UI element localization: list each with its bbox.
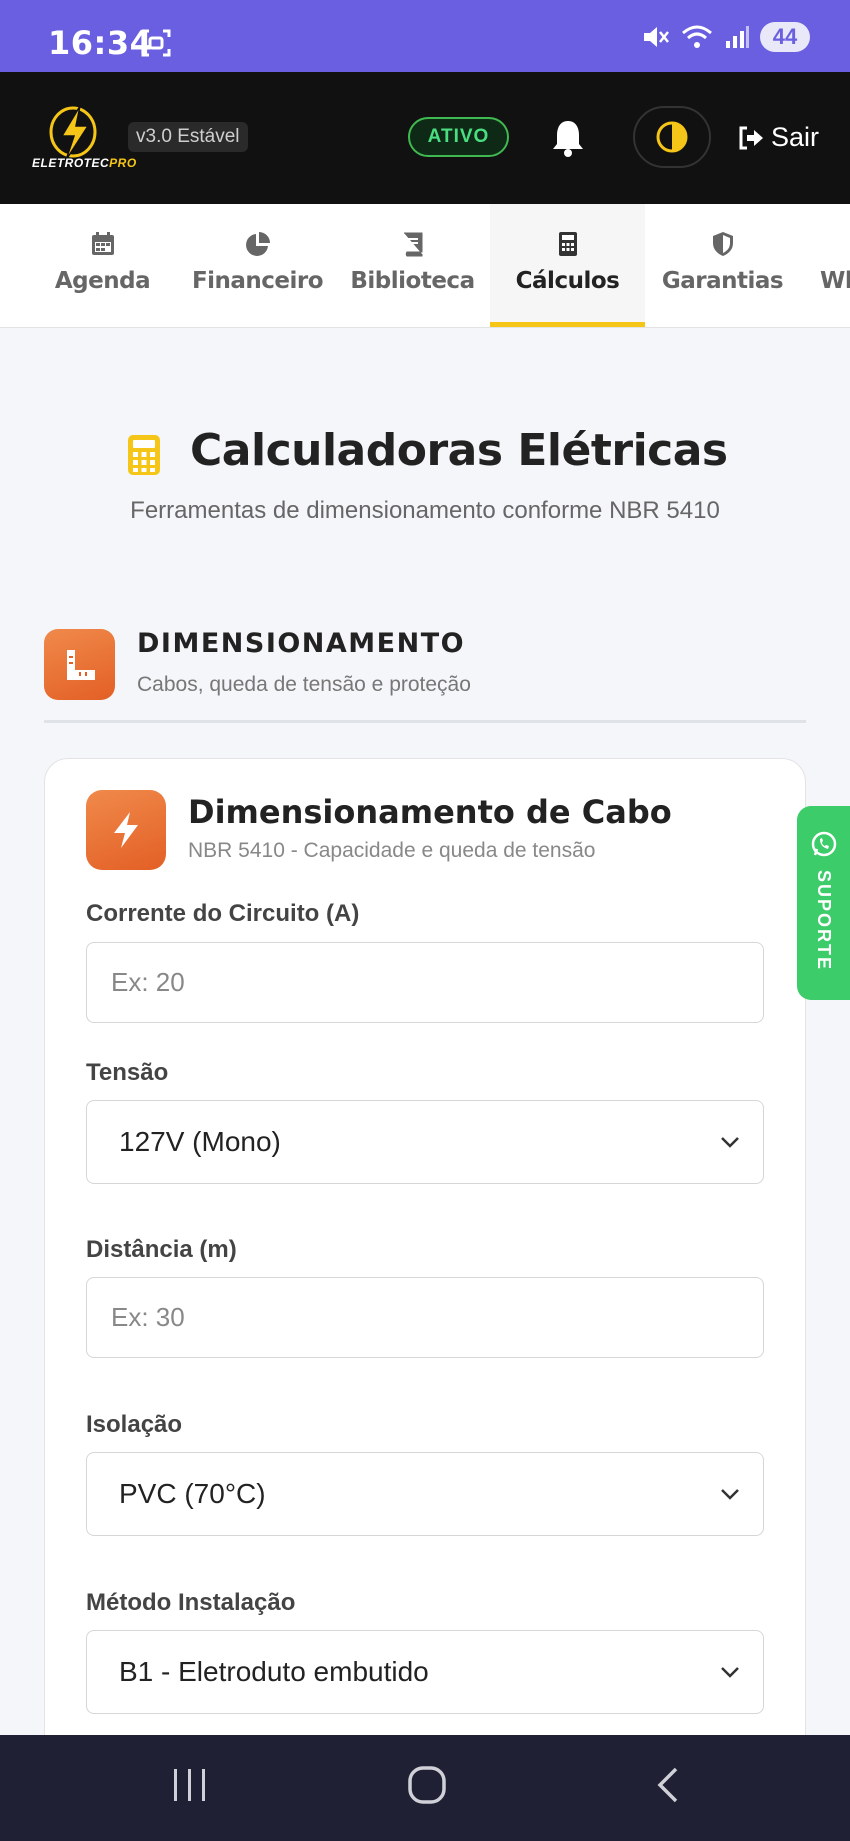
card-title: Dimensionamento de Cabo <box>188 793 672 831</box>
logout-label: Sair <box>771 122 820 152</box>
tensao-value: 127V (Mono) <box>119 1126 281 1157</box>
isolacao-value: PVC (70°C) <box>119 1478 266 1509</box>
distancia-label: Distância (m) <box>86 1236 237 1263</box>
metodo-label: Método Instalação <box>86 1589 296 1616</box>
metodo-value: B1 - Eletroduto embutido <box>119 1656 429 1687</box>
tab-calculos[interactable]: Cálculos <box>490 204 645 327</box>
section-subtitle: Cabos, queda de tensão e proteção <box>137 673 471 696</box>
tab-garantias[interactable]: Garantias <box>645 204 800 327</box>
tab-agenda[interactable]: Agenda <box>25 204 180 327</box>
section-title: DIMENSIONAMENTO <box>137 628 466 659</box>
book-icon <box>403 232 422 257</box>
pie-chart-icon <box>245 232 270 256</box>
section-icon <box>44 629 115 700</box>
tab-icon-placeholder <box>820 230 848 258</box>
metodo-select[interactable]: B1 - Eletroduto embutido <box>86 1630 764 1714</box>
corrente-input[interactable] <box>86 942 764 1023</box>
chevron-down-icon <box>721 1489 739 1500</box>
support-button[interactable]: SUPORTE <box>797 806 850 1000</box>
isolacao-label: Isolação <box>86 1411 183 1438</box>
calculator-icon <box>128 435 160 475</box>
battery-indicator: 44 <box>760 22 810 52</box>
corrente-label: Corrente do Circuito (A) <box>86 900 360 927</box>
system-nav-bar <box>0 1735 850 1841</box>
card-icon <box>86 790 166 870</box>
tab-wh[interactable]: Wh <box>800 204 850 327</box>
tab-biblioteca[interactable]: Biblioteca <box>335 204 490 327</box>
tensao-label: Tensão <box>86 1059 169 1086</box>
bell-icon[interactable] <box>550 118 586 158</box>
app-header: ELETROTECPRO v3.0 Estável ATIVO Sair <box>0 72 850 204</box>
tab-label: Garantias <box>661 268 784 294</box>
wifi-icon <box>682 25 712 48</box>
logout-button[interactable]: Sair <box>737 122 819 153</box>
distancia-input[interactable] <box>86 1277 764 1358</box>
isolacao-select[interactable]: PVC (70°C) <box>86 1452 764 1536</box>
tab-label: Financeiro <box>191 268 324 294</box>
logout-icon <box>739 126 763 149</box>
logo-text: ELETROTECPRO <box>32 156 137 170</box>
tab-label: Agenda <box>54 268 151 294</box>
tab-financeiro[interactable]: Financeiro <box>180 204 335 327</box>
status-time: 16:34 <box>48 24 153 62</box>
status-badge: ATIVO <box>408 117 509 157</box>
tab-label: Cálculos <box>515 268 620 294</box>
bolt-icon <box>114 812 138 848</box>
chevron-down-icon <box>721 1667 739 1678</box>
chevron-down-icon <box>721 1137 739 1148</box>
signal-icon <box>726 26 749 48</box>
status-bar: 16:34 44 <box>0 0 850 72</box>
home-icon[interactable] <box>407 1765 447 1805</box>
tab-label: Biblioteca <box>350 268 475 294</box>
contrast-icon <box>656 121 688 153</box>
calendar-icon <box>91 232 114 255</box>
support-label: SUPORTE <box>814 870 834 972</box>
section-divider <box>44 720 806 723</box>
tensao-select[interactable]: 127V (Mono) <box>86 1100 764 1184</box>
tab-label: Wh <box>820 268 850 294</box>
screen-record-icon <box>141 29 171 57</box>
ruler-icon <box>66 649 95 680</box>
whatsapp-icon <box>811 831 836 857</box>
version-badge: v3.0 Estável <box>128 122 248 152</box>
card-subtitle: NBR 5410 - Capacidade e queda de tensão <box>188 839 596 862</box>
page-subtitle: Ferramentas de dimensionamento conforme … <box>130 497 720 524</box>
recent-apps-icon[interactable] <box>172 1765 208 1805</box>
calculator-icon <box>558 232 577 256</box>
module-tabs: Agenda Financeiro Biblioteca Cálculos Ga… <box>0 204 850 328</box>
back-icon[interactable] <box>652 1765 682 1805</box>
mute-icon <box>644 27 669 47</box>
shield-icon <box>712 232 733 256</box>
page-title: Calculadoras Elétricas <box>190 425 728 476</box>
theme-toggle-button[interactable] <box>633 106 711 168</box>
